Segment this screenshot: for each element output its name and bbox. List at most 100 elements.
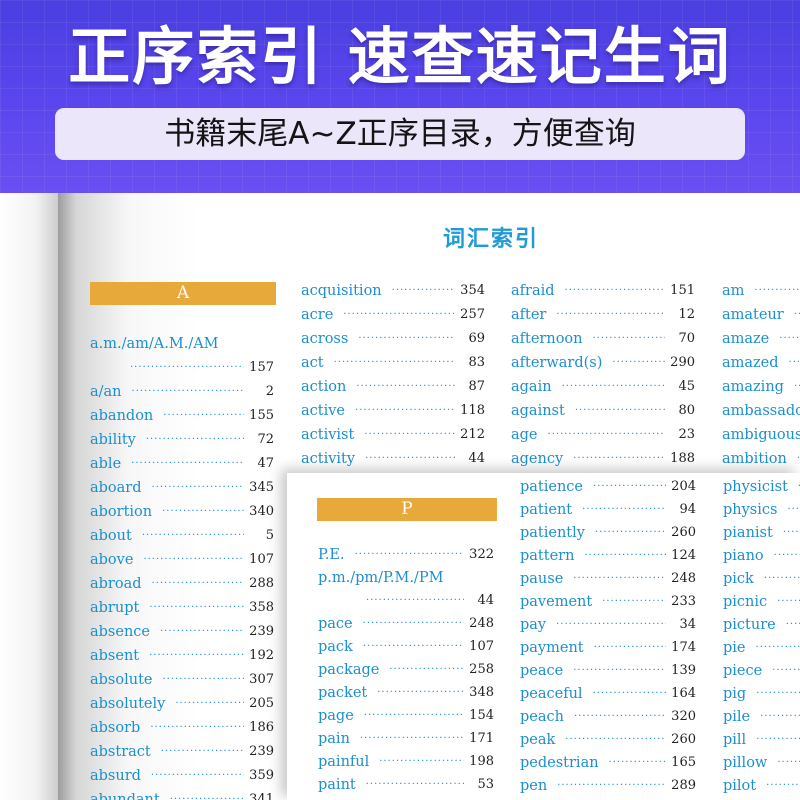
- index-page-number: 118: [460, 403, 485, 418]
- index-word: abundant: [90, 792, 160, 800]
- index-word: pianist: [723, 525, 773, 541]
- index-entry: am ······································…: [722, 279, 800, 303]
- index-word: afraid: [511, 283, 555, 299]
- leader-dots: ········································…: [160, 746, 244, 757]
- index-word: age: [511, 427, 538, 443]
- index-entry: painful ·································…: [318, 750, 494, 774]
- index-entry: amaze ···································…: [722, 327, 800, 351]
- index-word: pace: [318, 616, 353, 632]
- index-entry: pillow ··································…: [723, 751, 800, 775]
- leader-dots: ········································…: [363, 710, 464, 721]
- index-word: pillow: [723, 755, 768, 771]
- index-word: page: [318, 708, 354, 724]
- leader-dots: ········································…: [175, 698, 244, 709]
- index-word: am: [722, 283, 745, 299]
- index-word: physics: [723, 502, 778, 518]
- leader-dots: ········································…: [777, 596, 800, 607]
- index-word: abroad: [90, 576, 142, 592]
- leader-dots: ········································…: [564, 285, 665, 296]
- index-entry: abstract ································…: [90, 740, 274, 764]
- index-entry: abundant ································…: [90, 788, 274, 800]
- index-word: ambassador: [722, 403, 800, 419]
- banner-title: 正序索引 速查速记生词: [68, 20, 732, 93]
- index-entry: packet ··································…: [318, 681, 494, 705]
- index-word: absolute: [90, 672, 153, 688]
- index-word: pack: [318, 639, 353, 655]
- index-entry: above ···································…: [90, 548, 274, 572]
- index-title: 词汇索引: [443, 226, 540, 252]
- index-page-number: 204: [671, 479, 696, 494]
- index-page-number: 358: [249, 600, 274, 615]
- index-page-number: 155: [249, 408, 274, 423]
- index-page-number: 157: [249, 360, 274, 375]
- index-word: abstract: [90, 744, 151, 760]
- index-word: after: [511, 307, 547, 323]
- letter-header-p: P: [317, 498, 497, 521]
- index-entry: abroad ··································…: [90, 572, 274, 596]
- index-entry: a.m./am/A.M./AM: [90, 332, 274, 356]
- index-word: picnic: [723, 594, 768, 610]
- index-entry: across ··································…: [301, 327, 485, 351]
- leader-dots: ········································…: [358, 333, 455, 344]
- index-word: ability: [90, 432, 136, 448]
- index-entry: patiently ·······························…: [520, 521, 696, 545]
- index-entry: after ···································…: [511, 303, 695, 327]
- leader-dots: ········································…: [355, 405, 455, 416]
- index-entry: ability ·································…: [90, 428, 274, 452]
- index-word: pen: [520, 778, 548, 794]
- index-entry: against ·································…: [511, 399, 695, 423]
- leader-dots: ········································…: [793, 309, 800, 320]
- index-page-number: 80: [678, 403, 695, 418]
- index-entry: pack ····································…: [318, 635, 494, 659]
- index-entry: absolutely ······························…: [90, 692, 274, 716]
- index-entry: pig ·····································…: [723, 682, 800, 706]
- index-entry: activist ································…: [301, 423, 485, 447]
- index-entry: pick ····································…: [723, 567, 800, 591]
- index-entry: ambition································…: [722, 447, 800, 471]
- leader-dots: ········································…: [362, 641, 464, 652]
- index-entry: amateur ·································…: [722, 303, 800, 327]
- leader-dots: ········································…: [150, 722, 244, 733]
- promo-banner: 正序索引 速查速记生词 书籍末尾A~Z正序目录，方便查询: [0, 0, 800, 193]
- banner-subtitle: 书籍末尾A~Z正序目录，方便查询: [55, 108, 745, 160]
- leader-dots: ········································…: [592, 333, 666, 344]
- index-word: payment: [520, 640, 584, 656]
- index-entry: pile ····································…: [723, 705, 800, 729]
- index-page-number: 23: [678, 427, 695, 442]
- index-word: pavement: [520, 594, 593, 610]
- leader-dots: ········································…: [151, 482, 244, 493]
- leader-dots: ········································…: [547, 429, 665, 440]
- index-word: activist: [301, 427, 355, 443]
- index-word: active: [301, 403, 346, 419]
- index-entry: page ····································…: [318, 704, 494, 728]
- index-word: above: [90, 552, 134, 568]
- index-page-number: 107: [469, 639, 494, 654]
- index-entry: physics ·································…: [723, 498, 800, 522]
- leader-dots: ········································…: [149, 602, 244, 613]
- index-word: pay: [520, 617, 547, 633]
- index-page-number: 192: [249, 648, 274, 663]
- index-page-number: 72: [257, 432, 274, 447]
- index-page-number: 45: [678, 379, 695, 394]
- index-word: act: [301, 355, 324, 371]
- index-entry: again ···································…: [511, 375, 695, 399]
- index-word: absurd: [90, 768, 141, 784]
- index-word: amateur: [722, 307, 784, 323]
- index-word: pile: [723, 709, 751, 725]
- index-entry: agency ··································…: [511, 447, 695, 471]
- index-page-number: 186: [249, 720, 274, 735]
- leader-dots: ········································…: [760, 711, 800, 722]
- index-page-number: 53: [477, 777, 494, 792]
- leader-dots: ········································…: [793, 381, 800, 392]
- leader-dots: ········································…: [557, 780, 666, 791]
- index-word: peach: [520, 709, 564, 725]
- leader-dots: ········································…: [150, 770, 244, 781]
- index-word: pill: [723, 732, 747, 748]
- leader-dots: ········································…: [779, 333, 800, 344]
- index-page-number: 5: [265, 528, 274, 543]
- leader-dots: ········································…: [366, 595, 464, 606]
- leader-dots: ········································…: [343, 309, 455, 320]
- index-page-number: 205: [249, 696, 274, 711]
- leader-dots: ········································…: [163, 410, 244, 421]
- index-entry: aboard ··································…: [90, 476, 274, 500]
